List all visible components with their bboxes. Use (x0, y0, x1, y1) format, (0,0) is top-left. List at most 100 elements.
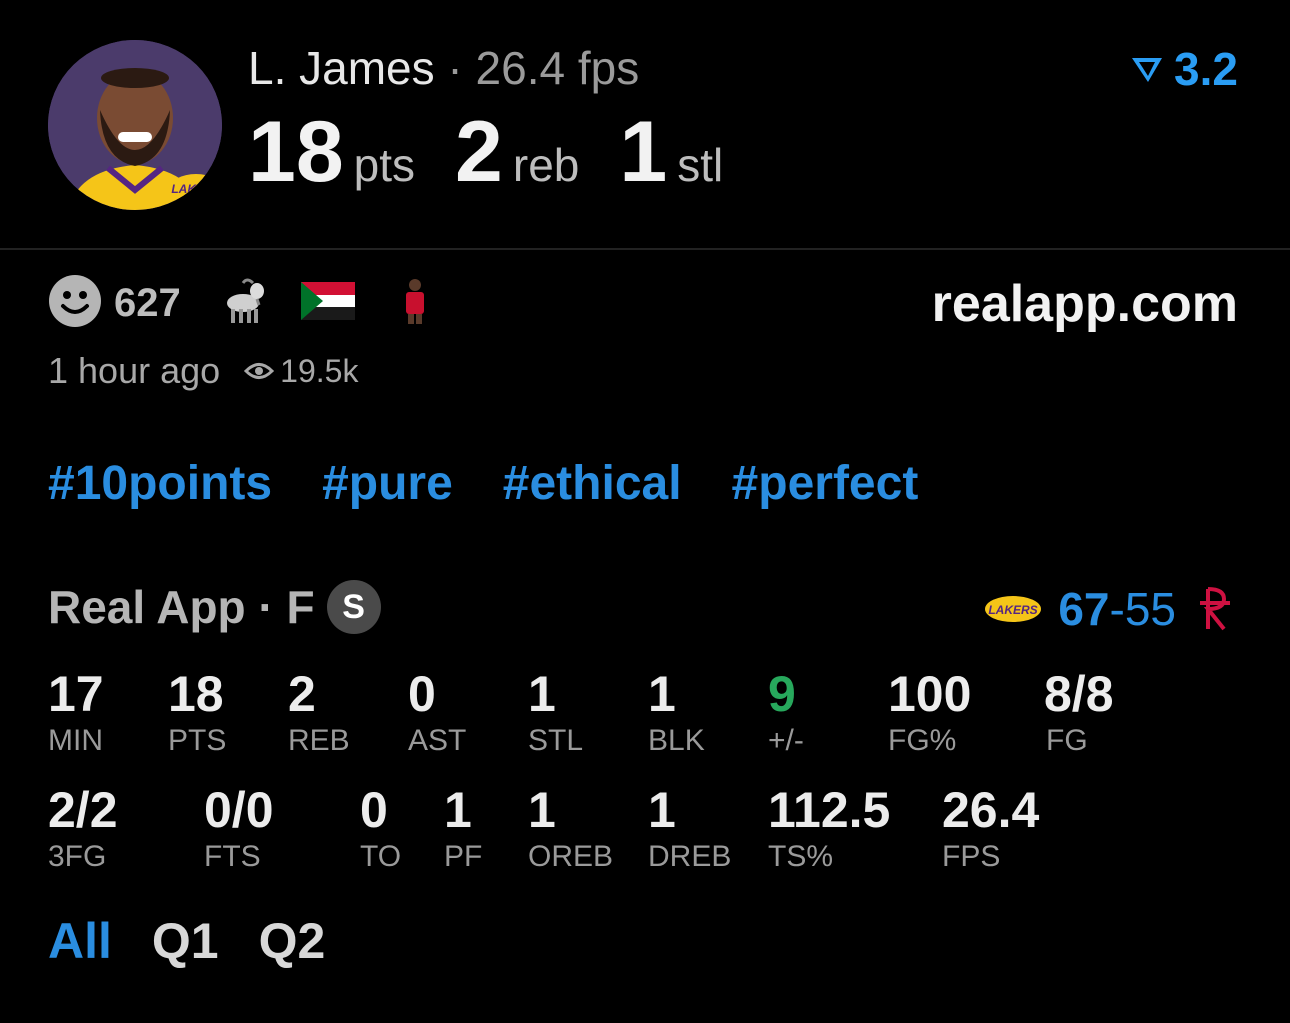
stat-label: FPS (942, 840, 1001, 873)
stat-label: OREB (528, 840, 614, 873)
stat-value: 0 (360, 782, 388, 838)
fps-text: 26.4 fps (475, 42, 640, 94)
stat-label: FTS (204, 840, 261, 873)
stat-label: PF (444, 840, 483, 873)
stat-value: 17 (48, 666, 104, 722)
hashtag[interactable]: #perfect (732, 456, 919, 511)
hashtag[interactable]: #10points (48, 456, 272, 511)
stat-value: 2 (288, 666, 316, 722)
stat-label: DREB (648, 840, 732, 873)
stat-value: 1 (444, 782, 472, 838)
stat-value: 0/0 (204, 782, 274, 838)
site-link[interactable]: realapp.com (932, 274, 1238, 334)
stat-fg-pct: 100 FG% (888, 668, 971, 758)
lakers-logo-icon: LAKERS (985, 596, 1042, 622)
stat-min: 17 MIN (48, 668, 104, 758)
hashtag[interactable]: #pure (322, 456, 453, 511)
game-source-label: Real App · F (48, 581, 315, 633)
stat-value: 26.4 (942, 782, 1040, 838)
stat-label: +/- (768, 724, 804, 757)
period-tabs: All Q1 Q2 (48, 912, 365, 970)
away-score: 55 (1124, 583, 1176, 635)
reaction-count: 627 (114, 280, 181, 325)
stat-fps: 26.4 FPS (942, 784, 1039, 874)
stat-value: 0 (408, 666, 436, 722)
tab-q1[interactable]: Q1 (152, 912, 219, 970)
headline-stat-value: 2 (455, 104, 503, 200)
stat-value: 100 (888, 666, 972, 722)
game-label: Real App · F S (48, 580, 381, 634)
headline-stat-unit: pts (353, 139, 416, 191)
reactions-row: 627 (48, 274, 435, 333)
headline-stat-value: 18 (248, 104, 344, 200)
stat-label: TO (360, 840, 402, 873)
stat-blk: 1 BLK (648, 668, 705, 758)
status-badge[interactable]: S (326, 580, 381, 634)
headline-stat-value: 1 (619, 104, 668, 200)
post-meta: 1 hour ago 19.5k (48, 350, 358, 392)
goat-icon[interactable] (217, 275, 269, 332)
stat-fts: 0/0 FTS (204, 784, 274, 874)
stat-dreb: 1 DREB (648, 784, 731, 874)
stat-ts-pct: 112.5 TS% (768, 784, 890, 874)
stat-pf: 1 PF (444, 784, 482, 874)
tab-q2[interactable]: Q2 (259, 912, 326, 970)
stat-value: 1 (648, 666, 676, 722)
header-divider (0, 248, 1290, 250)
lakers-logo-icon: LAKERS (168, 170, 222, 206)
stat-label: REB (288, 724, 350, 757)
stat-value: 1 (528, 666, 556, 722)
home-score: 67 (1058, 583, 1110, 635)
player-title[interactable]: L. James · 26.4 fps (248, 40, 639, 96)
headline-stats: 18 pts 2 reb 1 stl (248, 104, 763, 200)
stat-label: TS% (768, 840, 834, 873)
stat-3fg: 2/2 3FG (48, 784, 118, 874)
post-time: 1 hour ago (48, 350, 221, 391)
stat-to: 0 TO (360, 784, 401, 874)
stat-value: 8/8 (1044, 666, 1114, 722)
eye-icon (244, 363, 275, 379)
tab-all[interactable]: All (48, 912, 112, 970)
stat-label: STL (528, 724, 584, 757)
stat-value: 1 (528, 782, 556, 838)
rating-badge[interactable]: 3.2 (1130, 42, 1238, 96)
headline-stat-unit: reb (512, 139, 580, 191)
player-figure-icon[interactable] (395, 276, 435, 331)
game-score[interactable]: LAKERS 67-55 (984, 582, 1234, 636)
player-avatar[interactable]: LAKERS (48, 40, 222, 210)
stat-label: PTS (168, 724, 227, 757)
rockets-logo-icon (1200, 587, 1230, 631)
view-count-value: 19.5k (280, 352, 359, 389)
stat-label: AST (408, 724, 467, 757)
stat-value: 1 (648, 782, 676, 838)
view-count: 19.5k (244, 353, 358, 390)
smiley-icon[interactable] (48, 274, 102, 333)
stat-value: 112.5 (768, 782, 891, 838)
stat-label: MIN (48, 724, 103, 757)
rating-value: 3.2 (1174, 43, 1238, 95)
stat-ast: 0 AST (408, 668, 466, 758)
svg-text:LAKERS: LAKERS (171, 182, 220, 196)
rating-arrow-icon (1132, 58, 1163, 82)
stat-label: FG (1046, 724, 1088, 757)
score-dash: - (1109, 583, 1125, 635)
stat-pts: 18 PTS (168, 668, 226, 758)
hashtag[interactable]: #ethical (503, 456, 682, 511)
stat-stl: 1 STL (528, 668, 583, 758)
headline-stat-unit: stl (677, 139, 724, 191)
stat-fg: 8/8 FG (1044, 668, 1114, 758)
title-separator: · (434, 42, 476, 94)
svg-text:LAKERS: LAKERS (989, 603, 1038, 617)
stat-value: 18 (168, 666, 224, 722)
stat-label: BLK (648, 724, 705, 757)
stat-label: 3FG (48, 840, 107, 873)
hashtag-list: #10points #pure #ethical #perfect (48, 456, 968, 511)
stat-value: 9 (768, 666, 796, 722)
stat-oreb: 1 OREB (528, 784, 613, 874)
flag-icon[interactable] (300, 281, 355, 325)
stat-plus-minus: 9 +/- (768, 668, 804, 758)
player-name[interactable]: L. James (248, 42, 435, 94)
stat-reb: 2 REB (288, 668, 350, 758)
stat-value: 2/2 (48, 782, 118, 838)
stat-label: FG% (888, 724, 957, 757)
